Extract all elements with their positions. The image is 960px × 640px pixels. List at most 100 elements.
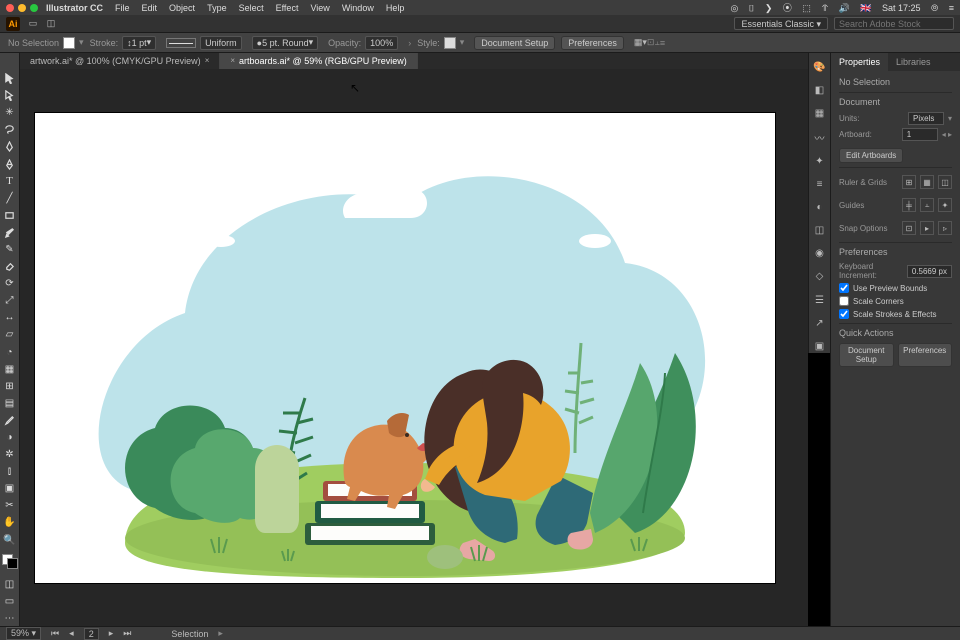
screen-mode[interactable]: ▭ xyxy=(2,594,18,609)
spotlight-icon[interactable]: ⦾ xyxy=(931,3,938,13)
width-tool[interactable]: ↔ xyxy=(2,310,18,325)
curvature-tool[interactable] xyxy=(2,156,18,171)
stock-search-input[interactable] xyxy=(834,17,954,30)
arrange-icon[interactable]: ◫ xyxy=(44,17,58,31)
ruler-icon[interactable]: ⊞ xyxy=(902,175,916,189)
hand-tool[interactable]: ✋ xyxy=(2,515,18,530)
menu-window[interactable]: Window xyxy=(342,3,374,13)
workspace-switcher[interactable]: Essentials Classic ▾ xyxy=(734,17,828,30)
graphic-styles-icon[interactable]: ◇ xyxy=(813,270,827,283)
eyedropper-tool[interactable] xyxy=(2,413,18,428)
dropbox-icon[interactable]: ⬚ xyxy=(802,3,811,13)
panel-icon[interactable]: ⊡ xyxy=(647,37,655,48)
draw-mode[interactable]: ◫ xyxy=(2,577,18,592)
qa-document-setup-button[interactable]: Document Setup xyxy=(839,343,894,367)
flag-icon[interactable]: 🇬🇧 xyxy=(860,3,871,13)
artboard-current[interactable]: 2 xyxy=(84,628,99,640)
direct-selection-tool[interactable] xyxy=(2,88,18,103)
symbols-panel-icon[interactable]: ✦ xyxy=(813,155,827,168)
selection-tool[interactable] xyxy=(2,71,18,86)
edit-artboards-button[interactable]: Edit Artboards xyxy=(839,148,903,163)
symbol-sprayer-tool[interactable]: ✲ xyxy=(2,447,18,462)
menu-effect[interactable]: Effect xyxy=(276,3,299,13)
wifi-icon[interactable]: ⥣ xyxy=(821,3,828,13)
free-transform-tool[interactable]: ▱ xyxy=(2,327,18,342)
snap-pixel-icon[interactable]: ▹ xyxy=(938,221,952,235)
volume-icon[interactable]: 🔊 xyxy=(839,3,850,13)
fill-stroke-swatches[interactable] xyxy=(2,554,18,569)
artboard-index[interactable]: 1 xyxy=(902,128,938,141)
menu-select[interactable]: Select xyxy=(239,3,264,13)
fill-swatch[interactable] xyxy=(63,37,75,49)
blend-tool[interactable]: ◑ xyxy=(2,430,18,445)
close-icon[interactable]: × xyxy=(205,53,210,69)
gradient-panel-icon[interactable]: ◐ xyxy=(813,201,827,214)
keyboard-increment-field[interactable]: 0.5669 px xyxy=(907,265,952,278)
brush-definition[interactable]: ● 5 pt. Round ▾ xyxy=(252,36,319,50)
shape-builder-tool[interactable]: ◔ xyxy=(2,345,18,360)
stroke-panel-icon[interactable]: ≡ xyxy=(813,178,827,191)
lasso-tool[interactable] xyxy=(2,122,18,137)
scale-strokes-checkbox[interactable]: Scale Strokes & Effects xyxy=(839,309,952,319)
artboard-nav-next[interactable]: ▸ xyxy=(109,628,114,639)
document-tab[interactable]: ×artboards.ai* @ 59% (RGB/GPU Preview) xyxy=(220,53,417,69)
mesh-tool[interactable]: ⊞ xyxy=(2,379,18,394)
artboard-nav[interactable]: ◂ ▸ xyxy=(942,130,952,139)
stroke-profile[interactable] xyxy=(166,38,196,48)
color-panel-icon[interactable]: 🎨 xyxy=(813,61,827,74)
guides-lock-icon[interactable]: ⫠ xyxy=(920,198,934,212)
color-guide-icon[interactable]: ◧ xyxy=(813,84,827,97)
artboard-nav-prev[interactable]: ◂ xyxy=(69,628,74,639)
edit-toolbar[interactable]: ⋯ xyxy=(2,611,18,626)
stroke-weight-field[interactable]: ↕ 1 pt ▾ xyxy=(122,36,156,50)
artboard-nav-last[interactable]: ⏭ xyxy=(123,628,131,639)
type-tool[interactable]: T xyxy=(2,174,18,189)
paintbrush-tool[interactable] xyxy=(2,225,18,240)
smart-guides-icon[interactable]: ✦ xyxy=(938,198,952,212)
rectangle-tool[interactable] xyxy=(2,208,18,223)
artboard-nav-first[interactable]: ⏮ xyxy=(51,628,59,639)
clock[interactable]: Sat 17:25 xyxy=(882,3,921,13)
pen-tool[interactable] xyxy=(2,139,18,154)
zoom-field[interactable]: 59% ▾ xyxy=(6,627,41,640)
canvas[interactable]: ↖ xyxy=(20,69,808,626)
tab-properties[interactable]: Properties xyxy=(831,53,888,71)
menu-view[interactable]: View xyxy=(310,3,329,13)
tab-libraries[interactable]: Libraries xyxy=(888,53,939,71)
menu-help[interactable]: Help xyxy=(386,3,405,13)
preferences-button[interactable]: Preferences xyxy=(561,36,624,50)
rotate-tool[interactable]: ⟳ xyxy=(2,276,18,291)
grid-icon[interactable]: ▦ xyxy=(920,175,934,189)
menu-object[interactable]: Object xyxy=(169,3,195,13)
guides-show-icon[interactable]: ╪ xyxy=(902,198,916,212)
column-graph-tool[interactable]: ⫾ xyxy=(2,464,18,479)
document-setup-button[interactable]: Document Setup xyxy=(474,36,555,50)
qa-preferences-button[interactable]: Preferences xyxy=(898,343,953,367)
align-icon[interactable]: ▦▾ xyxy=(634,37,647,48)
transparency-panel-icon[interactable]: ◫ xyxy=(813,224,827,237)
eraser-tool[interactable] xyxy=(2,259,18,274)
artboard[interactable] xyxy=(35,113,775,583)
gradient-tool[interactable]: ▤ xyxy=(2,396,18,411)
panel-icon[interactable]: ≡ xyxy=(660,38,665,48)
artboards-panel-icon[interactable]: ▣ xyxy=(813,340,827,353)
perspective-tool[interactable]: ▦ xyxy=(2,362,18,377)
bridge-icon[interactable]: ▭ xyxy=(26,17,40,31)
opacity-field[interactable]: 100% xyxy=(365,36,398,50)
stroke-profile-name[interactable]: Uniform xyxy=(200,36,242,50)
scale-corners-checkbox[interactable]: Scale Corners xyxy=(839,296,952,306)
menu-edit[interactable]: Edit xyxy=(142,3,158,13)
shaper-tool[interactable]: ✎ xyxy=(2,242,18,257)
menu-type[interactable]: Type xyxy=(207,3,227,13)
brushes-panel-icon[interactable]: 〰 xyxy=(813,131,827,145)
snap-point-icon[interactable]: ⊡ xyxy=(902,221,916,235)
zoom-tool[interactable]: 🔍 xyxy=(2,533,18,548)
slice-tool[interactable]: ✂ xyxy=(2,498,18,513)
layers-panel-icon[interactable]: ☰ xyxy=(813,294,827,307)
magic-wand-tool[interactable]: ✳ xyxy=(2,105,18,120)
swatches-panel-icon[interactable]: ▦ xyxy=(813,107,827,120)
snap-grid-icon[interactable]: ▸ xyxy=(920,221,934,235)
units-select[interactable]: Pixels xyxy=(908,112,944,125)
window-controls[interactable] xyxy=(6,4,38,12)
menu-file[interactable]: File xyxy=(115,3,130,13)
